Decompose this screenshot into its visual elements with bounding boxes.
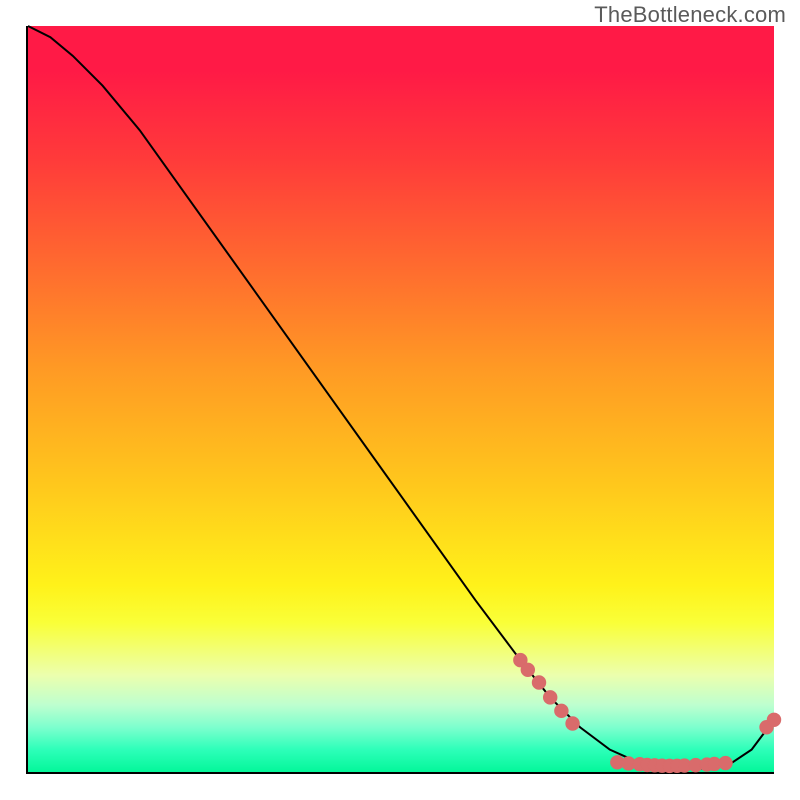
- data-marker: [532, 676, 545, 689]
- data-marker: [543, 691, 556, 704]
- data-marker: [566, 717, 579, 730]
- data-marker: [719, 756, 732, 769]
- data-line: [28, 26, 774, 769]
- watermark-text: TheBottleneck.com: [594, 2, 786, 28]
- chart-svg: [28, 26, 774, 772]
- data-marker: [555, 704, 568, 717]
- plot-area: [26, 26, 774, 774]
- data-marker: [521, 663, 534, 676]
- data-markers: [514, 653, 781, 772]
- chart-container: TheBottleneck.com: [0, 0, 800, 800]
- data-marker: [767, 713, 780, 726]
